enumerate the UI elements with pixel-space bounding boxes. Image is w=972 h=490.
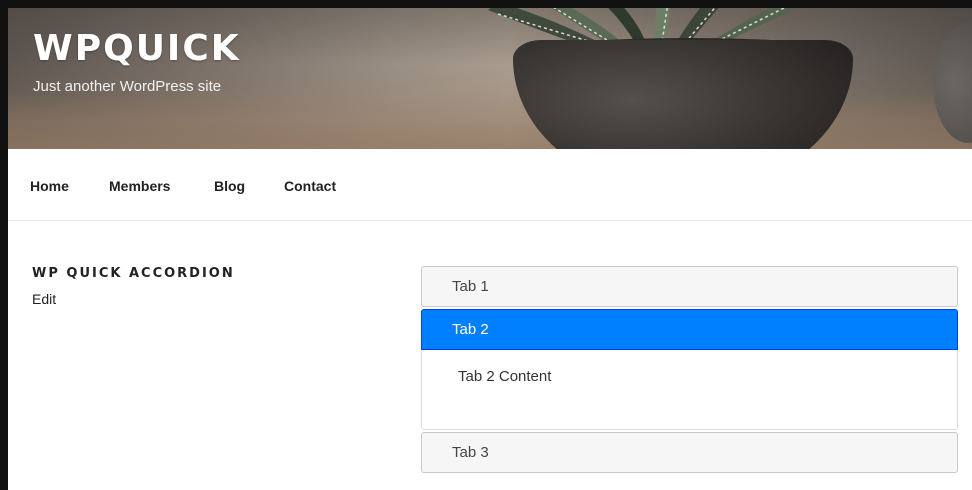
accordion-panel-content: Tab 2 Content — [458, 368, 552, 385]
accordion-tab-1[interactable]: Tab 1 — [421, 266, 958, 307]
accordion-tab-2[interactable]: Tab 2 — [421, 309, 958, 350]
nav-item-members[interactable]: Members — [109, 178, 170, 194]
edit-link[interactable]: Edit — [32, 291, 56, 307]
accordion: Tab 1 Tab 2 Tab 2 Content Tab 3 — [421, 266, 958, 473]
plant-pot-image — [513, 40, 853, 149]
site-title[interactable]: WPQUICK — [33, 28, 241, 69]
nav-item-home[interactable]: Home — [30, 178, 69, 194]
accordion-panel-2: Tab 2 Content — [421, 350, 958, 430]
page-title: WP QUICK ACCORDION — [32, 266, 235, 281]
nav-item-contact[interactable]: Contact — [284, 178, 336, 194]
nav-item-blog[interactable]: Blog — [214, 178, 245, 194]
site-header: WPQUICK Just another WordPress site — [8, 8, 972, 149]
site-tagline: Just another WordPress site — [33, 78, 222, 95]
accordion-tab-3[interactable]: Tab 3 — [421, 432, 958, 473]
main-navigation: Home Members Blog Contact — [8, 149, 972, 221]
